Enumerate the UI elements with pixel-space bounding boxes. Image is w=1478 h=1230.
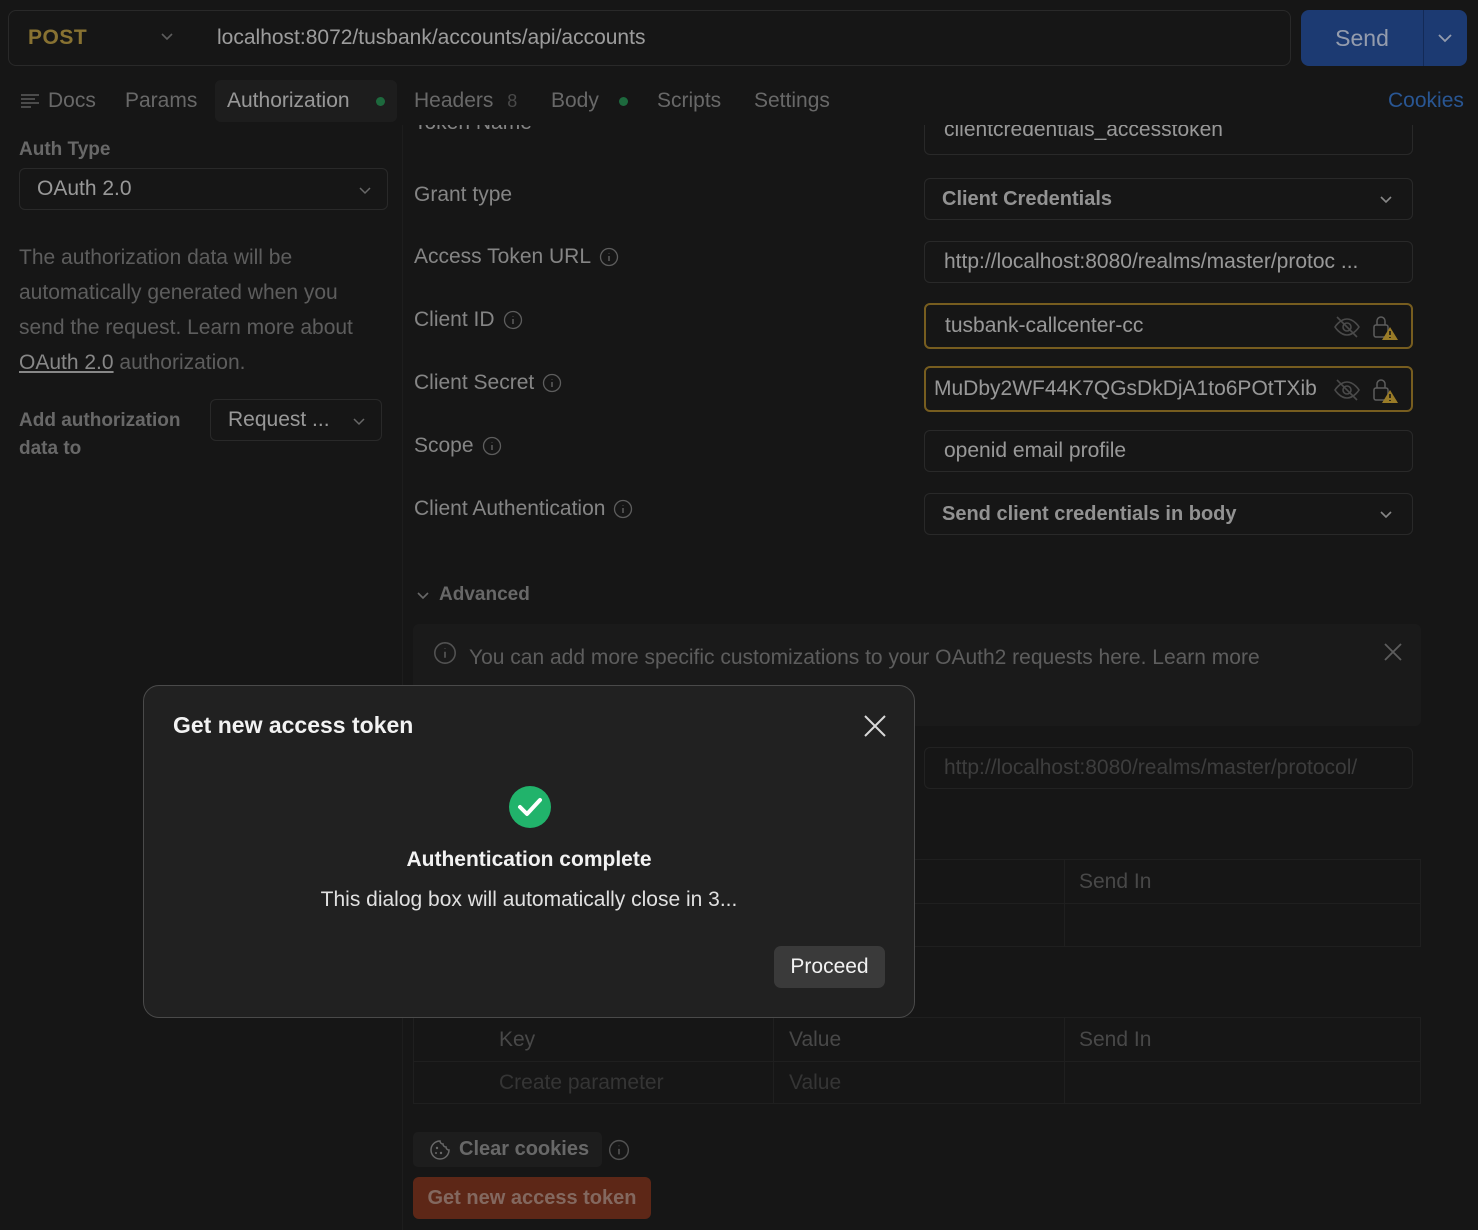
dialog-message: This dialog box will automatically close… xyxy=(320,888,738,911)
dialog-heading: Authentication complete xyxy=(406,848,652,871)
close-icon[interactable] xyxy=(862,713,888,739)
modal-overlay[interactable] xyxy=(0,0,1478,1230)
check-circle-icon xyxy=(509,786,551,828)
get-token-dialog: Get new access token Authentication comp… xyxy=(143,685,915,1018)
proceed-button[interactable]: Proceed xyxy=(774,946,885,988)
dialog-title: Get new access token xyxy=(173,712,414,738)
